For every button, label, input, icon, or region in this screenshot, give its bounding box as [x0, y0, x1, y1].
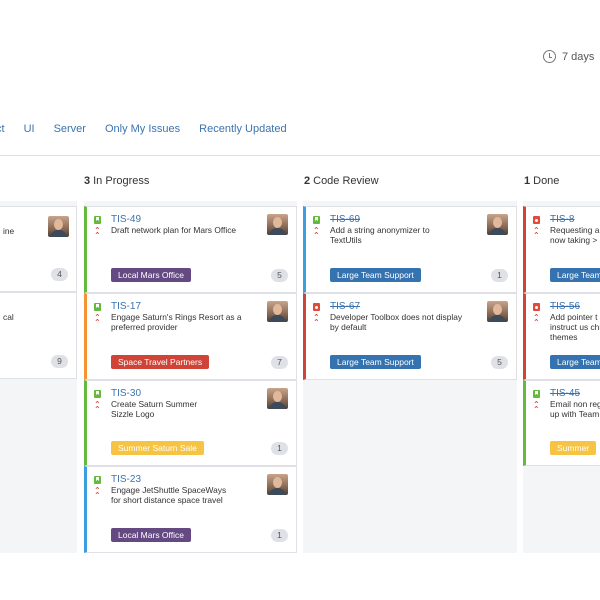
epic-label[interactable]: Summer Saturn Sale [111, 441, 204, 455]
time-filter-label: 7 days [562, 50, 595, 63]
assignee-avatar[interactable] [48, 216, 69, 237]
filter-project[interactable]: ct [0, 123, 5, 135]
issue-card[interactable]: ⌃ ⌃ TIS-49 Draft network plan for Mars Of… [84, 206, 297, 293]
epic-label[interactable]: Large Team Support [330, 355, 421, 369]
bug-icon [533, 216, 540, 224]
clock-icon [543, 50, 556, 63]
divider [0, 155, 600, 156]
priority-high-icon: ⌃ ⌃ [533, 400, 540, 414]
column-title: In Progress [93, 175, 150, 187]
priority-high-icon: ⌃ ⌃ [313, 226, 320, 240]
epic-label[interactable]: Large Team [550, 355, 600, 369]
issue-key[interactable]: TIS-23 [111, 474, 141, 485]
filter-server[interactable]: Server [54, 123, 86, 135]
comment-count-badge: 1 [491, 269, 508, 282]
issue-key[interactable]: TIS-45 [550, 388, 580, 399]
issue-key[interactable]: TIS-17 [111, 301, 141, 312]
priority-high-icon: ⌃ ⌃ [313, 313, 320, 327]
epic-label[interactable]: Local Mars Office [111, 528, 191, 542]
issue-key[interactable]: TIS-69 [330, 214, 360, 225]
column-title: Done [533, 175, 560, 187]
issue-key[interactable]: TIS-30 [111, 388, 141, 399]
column-header-in-progress: 3 In Progress [84, 175, 149, 187]
bug-icon [313, 303, 320, 311]
comment-count-badge: 1 [271, 529, 288, 542]
quick-filters: ct UI Server Only My Issues Recently Upd… [0, 123, 287, 135]
issue-summary: Email non reg up with Team [550, 399, 600, 419]
issue-card[interactable]: ⌃ ⌃ TIS-45 Email non reg up with Team Sum… [523, 380, 600, 466]
bug-icon [533, 303, 540, 311]
issue-card[interactable]: ⌃ ⌃ TIS-67 Developer Toolbox does not dis… [303, 293, 517, 380]
issue-card[interactable]: ⌃⌃ TIS-56 Add pointer t to instruct us c… [523, 293, 600, 380]
epic-label[interactable]: Local Mars Office [111, 268, 191, 282]
column-count: 3 [84, 175, 91, 187]
epic-label[interactable]: Summer [550, 441, 597, 455]
issue-card[interactable]: ⌃ ⌃ TIS-17 Engage Saturn's Rings Resort a… [84, 293, 297, 380]
assignee-avatar[interactable] [487, 214, 508, 235]
column-count: 1 [524, 175, 531, 187]
issue-summary: Engage Saturn's Rings Resort as a prefer… [111, 312, 242, 332]
time-filter[interactable]: 7 days [543, 50, 594, 63]
comment-count-badge: 5 [491, 356, 508, 369]
issue-summary: Create Saturn Summer Sizzle Logo [111, 399, 198, 419]
assignee-avatar[interactable] [267, 301, 288, 322]
story-icon [313, 216, 320, 224]
assignee-avatar[interactable] [487, 301, 508, 322]
issue-summary: Add pointer t to instruct us child theme… [550, 312, 600, 342]
issue-summary: Developer Toolbox does not display by de… [330, 312, 463, 332]
story-icon [94, 476, 101, 484]
priority-high-icon: ⌃ ⌃ [94, 400, 101, 414]
issue-card[interactable]: ⌃ ⌃ TIS-23 Engage JetShuttle SpaceWays fo… [84, 466, 297, 553]
issue-card[interactable]: ⌃ ⌃ TIS-30 Create Saturn Summer Sizzle Lo… [84, 380, 297, 466]
assignee-avatar[interactable] [267, 474, 288, 495]
epic-label[interactable]: Large Team Support [330, 268, 421, 282]
filter-only-my-issues[interactable]: Only My Issues [105, 123, 180, 135]
assignee-avatar[interactable] [267, 214, 288, 235]
comment-count-badge: 7 [271, 356, 288, 369]
issue-card[interactable]: ⌃ ⌃ TIS-8 Requesting a now taking > Large… [523, 206, 600, 293]
priority-high-icon: ⌃ ⌃ [94, 226, 101, 240]
column-count: 2 [304, 175, 311, 187]
issue-summary: cal [3, 312, 14, 322]
comment-count-badge: 4 [51, 268, 68, 281]
story-icon [533, 390, 540, 398]
epic-label[interactable]: Large Team [550, 268, 600, 282]
column-header-code-review: 2 Code Review [304, 175, 379, 187]
issue-key[interactable]: TIS-67 [330, 301, 360, 312]
issue-summary: ine [3, 226, 15, 236]
issue-card[interactable]: cal 9 [0, 292, 77, 379]
issue-key[interactable]: TIS-56 [550, 301, 580, 312]
priority-high-icon: ⌃ ⌃ [533, 313, 540, 327]
epic-label[interactable]: Space Travel Partners [111, 355, 210, 369]
priority-high-icon: ⌃ ⌃ [94, 313, 101, 327]
issue-summary: Add a string anonymizer to TextUtils [330, 225, 430, 245]
issue-key[interactable]: TIS-8 [550, 214, 574, 225]
priority-high-icon: ⌃ ⌃ [533, 226, 540, 240]
story-icon [94, 390, 101, 398]
column-title: Code Review [313, 175, 379, 187]
comment-count-badge: 9 [51, 355, 68, 368]
column-header-done: 1 Done [524, 175, 559, 187]
story-icon [94, 303, 101, 311]
issue-card[interactable]: ine 4 [0, 206, 77, 292]
issue-summary: Draft network plan for Mars Office [111, 225, 237, 235]
comment-count-badge: 1 [271, 442, 288, 455]
issue-summary: Engage JetShuttle SpaceWays for short di… [111, 485, 227, 505]
assignee-avatar[interactable] [267, 388, 288, 409]
issue-summary: Requesting a now taking > [550, 225, 600, 245]
story-icon [94, 216, 101, 224]
issue-key[interactable]: TIS-49 [111, 214, 141, 225]
priority-high-icon: ⌃ ⌃ [94, 486, 101, 500]
issue-card[interactable]: ⌃ ⌃ TIS-69 Add a string anonymizer to Tex… [303, 206, 517, 293]
filter-ui[interactable]: UI [24, 123, 35, 135]
filter-recently-updated[interactable]: Recently Updated [199, 123, 286, 135]
comment-count-badge: 5 [271, 269, 288, 282]
